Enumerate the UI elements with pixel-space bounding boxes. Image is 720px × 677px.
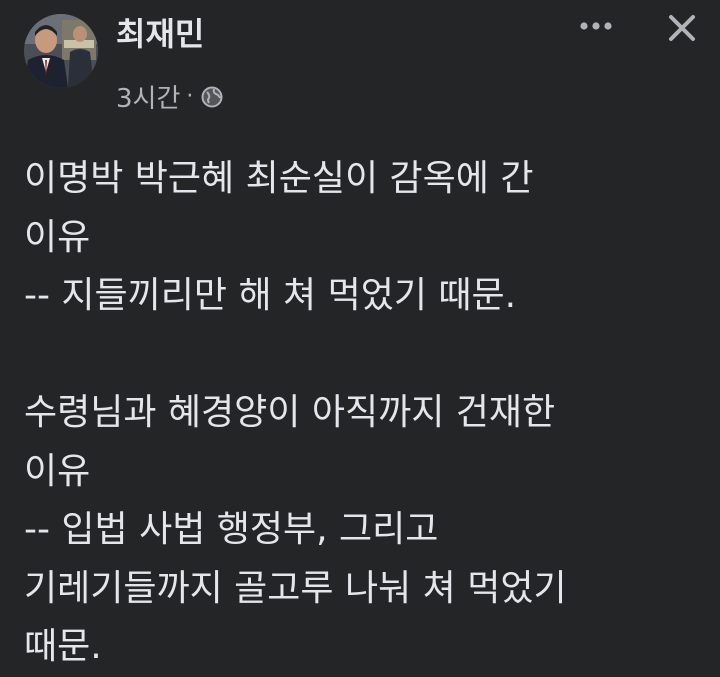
close-icon — [669, 15, 695, 41]
meta-separator: · — [186, 83, 194, 109]
avatar-image — [24, 14, 98, 88]
timestamp[interactable]: 3시간 — [116, 78, 180, 115]
post-line: 이명박 박근혜 최순실이 감옥에 간 — [24, 158, 534, 199]
post-line: 기레기들까지 골고루 나눠 쳐 먹었기 — [24, 567, 567, 609]
more-options-button[interactable] — [570, 4, 622, 48]
post-line: -- 입법 사법 행정부, 그리고 — [24, 509, 439, 550]
post-line-blank — [24, 326, 704, 385]
close-button[interactable] — [656, 4, 708, 52]
post-text: 이명박 박근혜 최순실이 감옥에 간 이유 -- 지들끼리만 해 쳐 먹었기 때… — [24, 150, 704, 677]
post-line: 수령님과 혜경양이 아직까지 건재한 — [24, 392, 556, 433]
avatar[interactable] — [24, 14, 98, 88]
author-name[interactable]: 최재민 — [116, 14, 204, 54]
post-line: 이유 — [24, 450, 91, 492]
post-meta: 3시간 · — [116, 78, 223, 114]
post-header: 최재민 3시간 · — [0, 0, 720, 120]
post-line: 때문. — [24, 626, 102, 667]
more-horizontal-icon — [580, 22, 612, 30]
globe-icon — [201, 85, 223, 108]
post-line: -- 지들끼리만 해 쳐 먹었기 때문. — [24, 275, 517, 316]
post-line: 이유 — [24, 216, 91, 258]
